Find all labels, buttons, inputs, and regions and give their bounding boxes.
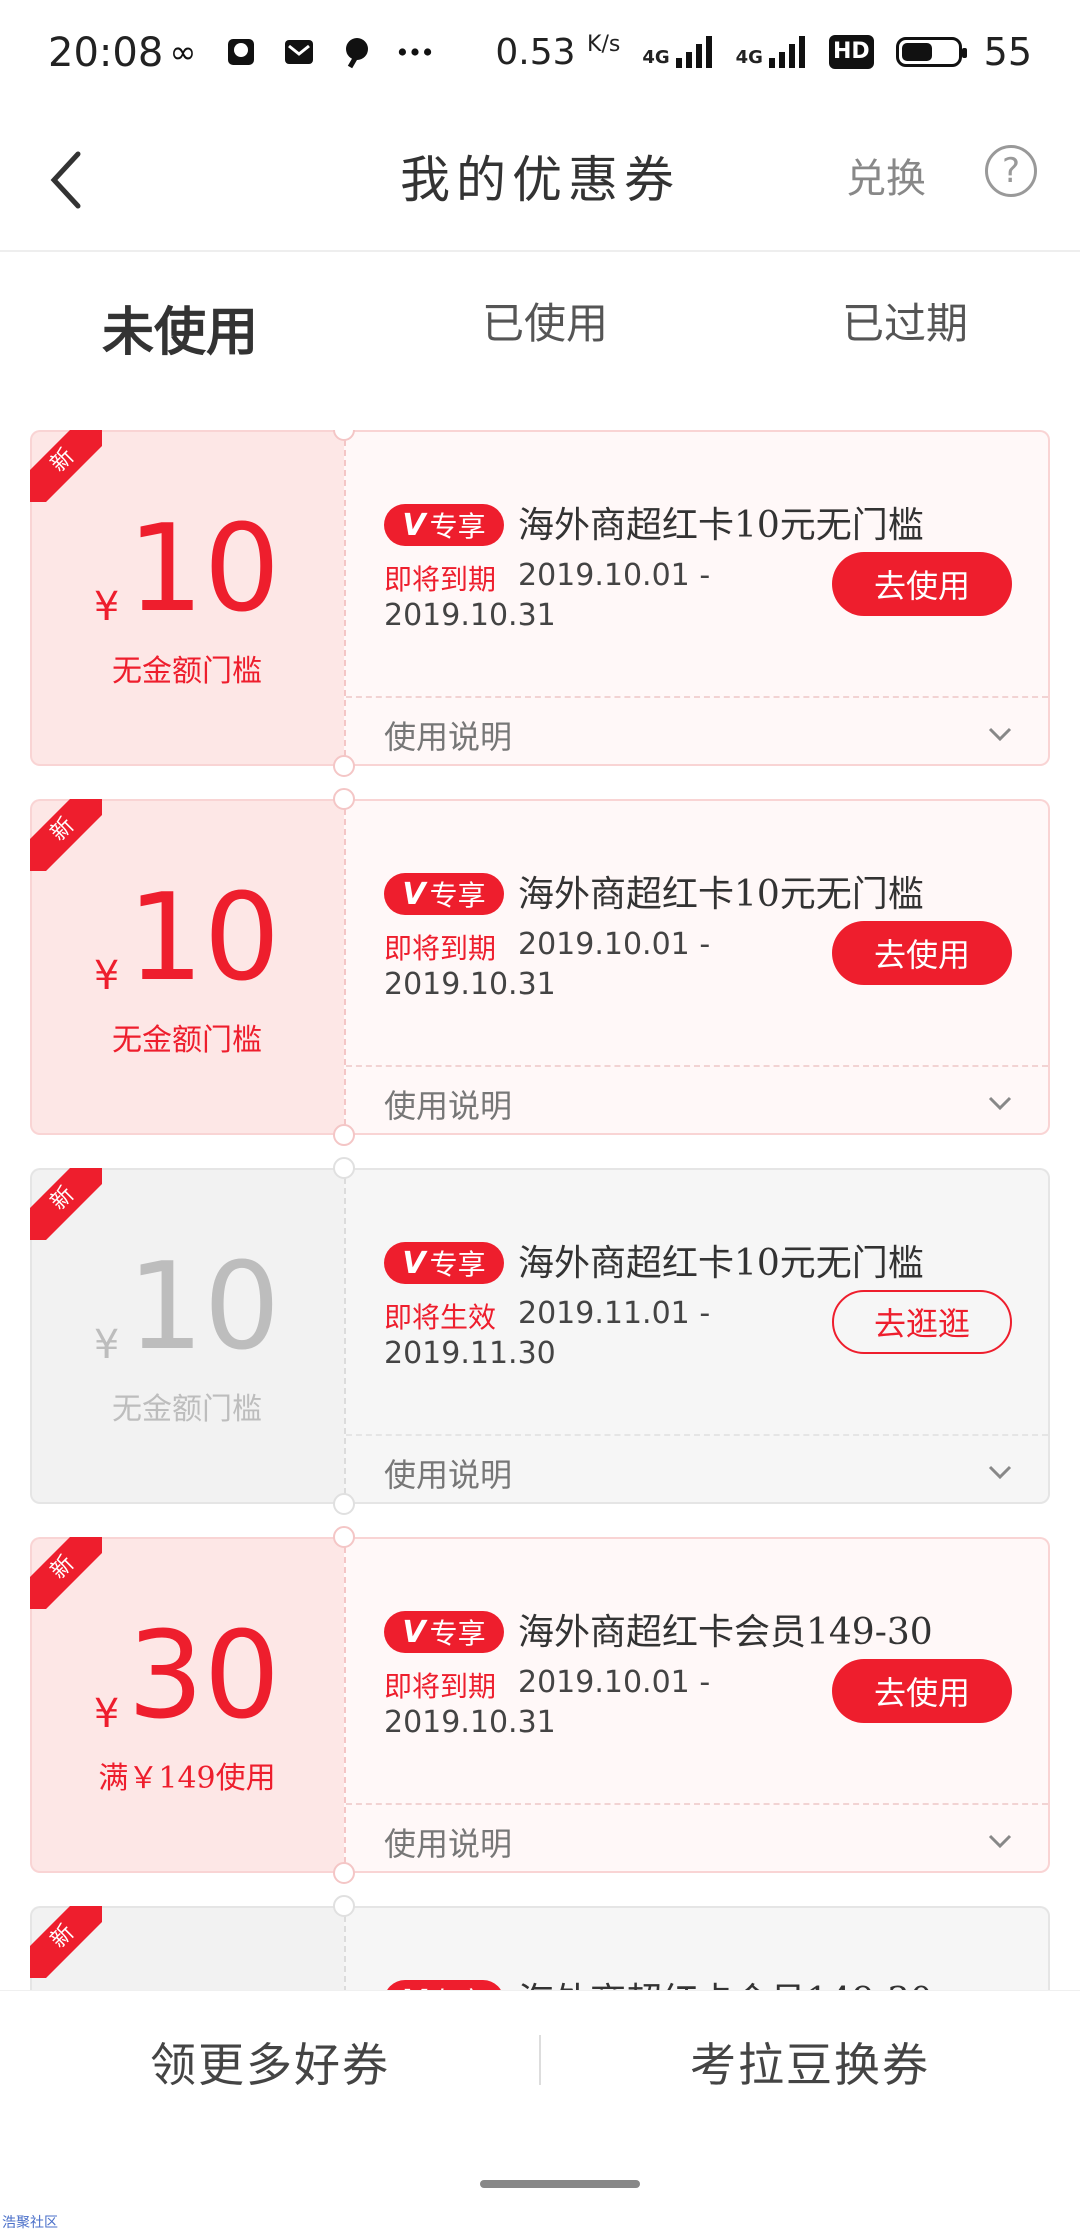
new-ribbon: 新 [30, 430, 102, 502]
usage-instructions[interactable]: 使用说明 [384, 1819, 512, 1865]
notch [333, 1862, 355, 1884]
coupon-threshold: 无金额门槛 [112, 1023, 262, 1058]
qq-icon [223, 34, 259, 70]
chevron-down-icon[interactable] [984, 1456, 1016, 1488]
usage-instructions[interactable]: 使用说明 [384, 712, 512, 758]
tab-unused[interactable]: 未使用 [102, 290, 258, 365]
get-more-coupons-button[interactable]: 领更多好券 [150, 2029, 390, 2095]
coupon-card: V 专享 海外商超红卡会员149-30 即将到期 2019.10.01 -2019… [30, 1526, 1050, 1884]
vip-badge: V专享 [384, 1980, 504, 1990]
watermark: 浩聚社区 [2, 2215, 58, 2231]
coupon-threshold: 满￥149使用 [98, 1761, 276, 1796]
coupon-info-panel: V 专享 海外商超红卡10元无门槛 即将到期 2019.10.01 -2019.1… [344, 430, 1050, 766]
notch [333, 1493, 355, 1515]
signal-icon: 4G [642, 36, 713, 68]
browse-button[interactable]: 去逛逛 [832, 1290, 1012, 1354]
chevron-down-icon[interactable] [984, 718, 1016, 750]
chevron-down-icon[interactable] [984, 1087, 1016, 1119]
vip-badge: V专享 [384, 504, 504, 546]
signal-icon-2: 4G [736, 36, 807, 68]
vip-badge: V专享 [384, 1242, 504, 1284]
coupon-amount: ¥10 [93, 1238, 281, 1377]
coupon-dates: 2019.10.01 -2019.10.31 [384, 927, 711, 1002]
status-time: 20:08 [48, 30, 164, 76]
divider [346, 1434, 1048, 1436]
app-icon [339, 34, 375, 70]
divider [346, 1065, 1048, 1067]
more-dots-icon [397, 34, 433, 70]
notch [333, 1526, 355, 1548]
notch [333, 1157, 355, 1179]
koala-bean-exchange-button[interactable]: 考拉豆换券 [690, 2029, 930, 2095]
coupon-name: 海外商超红卡10元无门槛 [518, 874, 924, 915]
new-ribbon: 新 [30, 1537, 102, 1609]
coupon-info-panel: V 专享 海外商超红卡会员149-30 即将到期 2019.10.01 -2019… [344, 1537, 1050, 1873]
coupon-name: 海外商超红卡会员149-30 [518, 1972, 933, 1990]
coupon-dates: 2019.11.01 -2019.11.30 [384, 1296, 711, 1371]
new-ribbon: 新 [30, 799, 102, 871]
divider [346, 1803, 1048, 1805]
coupon-amount: ¥10 [93, 500, 281, 639]
coupon-dates: 2019.10.01 -2019.10.31 [384, 1665, 711, 1740]
status-left-icons: ∞ [165, 33, 433, 71]
vip-badge: V专享 [384, 1611, 504, 1653]
coupon-name: 海外商超红卡会员149-30 [518, 1612, 933, 1653]
mail-icon [281, 34, 317, 70]
divider [539, 2035, 541, 2085]
notch [333, 1895, 355, 1917]
coupon-card: V 专享 海外商超红卡10元无门槛 即将生效 2019.11.01 -2019.1… [30, 1157, 1050, 1515]
bottom-bar: 领更多好券 考拉豆换券 [0, 1990, 1080, 2131]
coupon-name: 海外商超红卡10元无门槛 [518, 1243, 924, 1284]
coupon-list: V 专享 海外商超红卡10元无门槛 即将到期 2019.10.01 -2019.1… [30, 430, 1050, 1990]
tab-used[interactable]: 已使用 [482, 290, 608, 351]
new-ribbon: 新 [30, 1906, 102, 1978]
coupon-card: V 专享 海外商超红卡10元无门槛 即将到期 2019.10.01 -2019.1… [30, 788, 1050, 1146]
header: 我的优惠券 兑换 ? [0, 110, 1080, 252]
battery-level: 55 [983, 30, 1032, 74]
coupon-threshold: 无金额门槛 [112, 1392, 262, 1427]
use-coupon-button[interactable]: 去使用 [832, 921, 1012, 985]
coupon-info-panel: V 专享 海外商超红卡10元无门槛 即将到期 2019.10.01 -2019.1… [344, 799, 1050, 1135]
divider [346, 696, 1048, 698]
coupon-card-partial: V专享 海外商超红卡会员149-30 新 [30, 1895, 1050, 1990]
hd-icon: HD [828, 35, 874, 69]
usage-instructions[interactable]: 使用说明 [384, 1450, 512, 1496]
status-bar: 20:08 ∞ 0.53 K/s 4G 4G HD 55 [0, 0, 1080, 110]
usage-instructions[interactable]: 使用说明 [384, 1081, 512, 1127]
use-coupon-button[interactable]: 去使用 [832, 1659, 1012, 1723]
notch [333, 1124, 355, 1146]
coupon-info-panel: V 专享 海外商超红卡10元无门槛 即将生效 2019.11.01 -2019.1… [344, 1168, 1050, 1504]
net-speed: 0.53 K/s [495, 31, 621, 73]
coupon-amount: ¥30 [93, 1607, 281, 1746]
coupon-card: V 专享 海外商超红卡10元无门槛 即将到期 2019.10.01 -2019.1… [30, 430, 1050, 777]
notch [333, 788, 355, 810]
tab-bar: 未使用 已使用 已过期 [0, 250, 1080, 400]
status-right: 0.53 K/s 4G 4G HD 55 [495, 30, 1032, 74]
battery-icon [895, 37, 967, 67]
coupon-info-panel: V专享 海外商超红卡会员149-30 [344, 1906, 1050, 1990]
coupon-dates: 2019.10.01 -2019.10.31 [384, 558, 711, 633]
tab-expired[interactable]: 已过期 [842, 290, 968, 351]
use-coupon-button[interactable]: 去使用 [832, 552, 1012, 616]
redeem-button[interactable]: 兑换 [846, 146, 926, 204]
new-ribbon: 新 [30, 1168, 102, 1240]
question-icon: ? [1001, 151, 1021, 191]
infinity-icon: ∞ [169, 33, 197, 71]
vip-badge: V专享 [384, 873, 504, 915]
coupon-name: 海外商超红卡10元无门槛 [518, 505, 924, 546]
chevron-down-icon[interactable] [984, 1825, 1016, 1857]
help-button[interactable]: ? [985, 145, 1037, 197]
notch [333, 755, 355, 777]
coupon-threshold: 无金额门槛 [112, 654, 262, 689]
coupon-amount: ¥10 [93, 869, 281, 1008]
home-indicator[interactable] [480, 2180, 640, 2188]
